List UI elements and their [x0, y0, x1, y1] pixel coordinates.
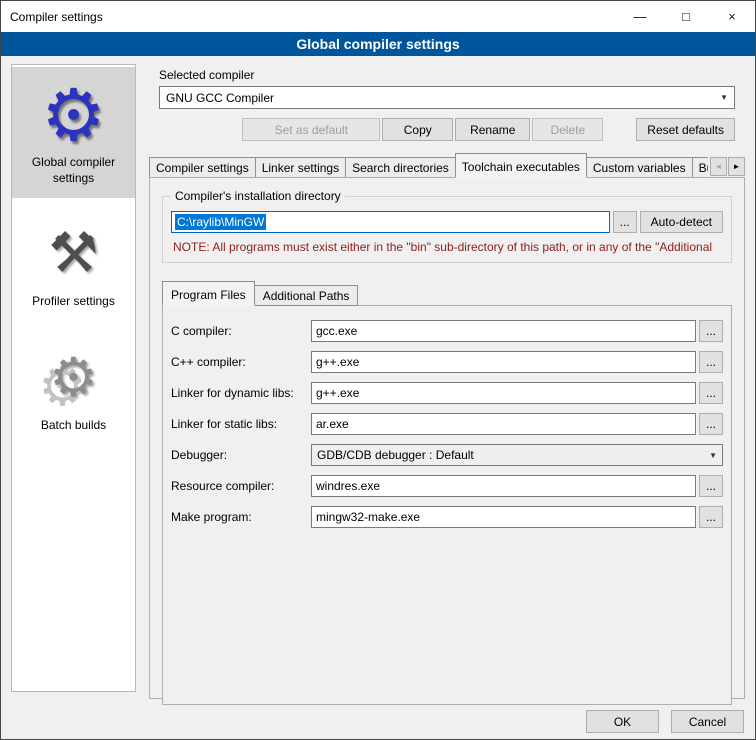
tab-strip-tabs: Compiler settingsLinker settingsSearch d…	[149, 153, 708, 178]
compiler-settings-window: Compiler settings — □ × Global compiler …	[0, 0, 756, 740]
field-input[interactable]	[311, 382, 696, 404]
dialog-body: Global compiler settings Profiler setting…	[1, 56, 755, 739]
gray-gears-icon	[15, 338, 132, 418]
toolchain-executables-panel: Compiler's installation directory C:\ray…	[149, 177, 745, 699]
close-button[interactable]: ×	[709, 1, 755, 32]
select-value: GDB/CDB debugger : Default	[317, 448, 474, 462]
field-label: C++ compiler:	[171, 355, 311, 369]
field-label: Debugger:	[171, 448, 311, 462]
field-label: Resource compiler:	[171, 479, 311, 493]
debugger-select[interactable]: GDB/CDB debugger : Default ▼	[311, 444, 723, 466]
delete-button: Delete	[532, 118, 603, 141]
selected-compiler-combobox[interactable]: GNU GCC Compiler ▼	[159, 86, 735, 109]
field-label: C compiler:	[171, 324, 311, 338]
sidebar-item-label: Profiler settings	[15, 294, 132, 310]
profiler-tool-icon	[15, 214, 132, 294]
compiler-actions: Set as defaultCopyRenameDelete Reset defa…	[159, 118, 735, 141]
footer-buttons: OK Cancel	[586, 710, 744, 733]
field-label: Make program:	[171, 510, 311, 524]
field-controls: ...	[311, 506, 723, 528]
browse-button[interactable]: ...	[699, 320, 723, 342]
window-title: Compiler settings	[10, 10, 103, 24]
copy-button[interactable]: Copy	[382, 118, 453, 141]
tab-scroll-right-button[interactable]: ►	[728, 157, 745, 176]
field-controls: ...	[311, 351, 723, 373]
field-row: Linker for static libs:...	[171, 413, 723, 435]
subtab-program-files[interactable]: Program Files	[162, 281, 255, 306]
selected-compiler-label: Selected compiler	[159, 68, 735, 82]
tab-strip: Compiler settingsLinker settingsSearch d…	[149, 153, 745, 178]
tab-custom-variables[interactable]: Custom variables	[586, 157, 693, 178]
tab-compiler-settings[interactable]: Compiler settings	[149, 157, 256, 178]
install-dir-row: C:\raylib\MinGW ... Auto-detect	[171, 211, 723, 233]
sidebar-item-profiler-settings[interactable]: Profiler settings	[12, 206, 135, 322]
chevron-down-icon: ▼	[720, 93, 728, 102]
auto-detect-button[interactable]: Auto-detect	[640, 211, 723, 233]
field-row: C compiler:...	[171, 320, 723, 342]
sidebar-item-global-compiler-settings[interactable]: Global compiler settings	[12, 67, 135, 198]
field-input[interactable]	[311, 475, 696, 497]
sidebar-item-label: Batch builds	[15, 418, 132, 434]
arrow-left-icon: ◄	[715, 162, 723, 171]
tab-scroll-buttons: ◄ ►	[710, 157, 745, 176]
field-row: C++ compiler:...	[171, 351, 723, 373]
install-dir-note: NOTE: All programs must exist either in …	[173, 240, 723, 254]
field-row: Make program:...	[171, 506, 723, 528]
tab-scroll-left-button[interactable]: ◄	[710, 157, 727, 176]
program-files-panel: C compiler:...C++ compiler:...Linker for…	[162, 305, 732, 705]
field-controls: ...	[311, 382, 723, 404]
close-icon: ×	[728, 9, 736, 24]
cancel-button[interactable]: Cancel	[671, 710, 744, 733]
field-controls: ...	[311, 475, 723, 497]
field-controls: ...	[311, 320, 723, 342]
install-dir-input[interactable]: C:\raylib\MinGW	[171, 211, 610, 233]
tab-search-directories[interactable]: Search directories	[345, 157, 456, 178]
tab-toolchain-executables[interactable]: Toolchain executables	[455, 153, 587, 178]
sidebar: Global compiler settings Profiler setting…	[11, 64, 136, 692]
field-controls: ...	[311, 413, 723, 435]
browse-button[interactable]: ...	[699, 382, 723, 404]
set-as-default-button: Set as default	[242, 118, 380, 141]
field-input[interactable]	[311, 413, 696, 435]
browse-button[interactable]: ...	[699, 506, 723, 528]
sidebar-item-batch-builds[interactable]: Batch builds	[12, 330, 135, 446]
tab-linker-settings[interactable]: Linker settings	[255, 157, 346, 178]
tab-build[interactable]: Build	[692, 157, 708, 178]
install-dir-group-title: Compiler's installation directory	[171, 189, 345, 203]
field-label: Linker for static libs:	[171, 417, 311, 431]
minimize-icon: —	[634, 9, 647, 24]
browse-button[interactable]: ...	[699, 351, 723, 373]
rename-button[interactable]: Rename	[455, 118, 530, 141]
field-row: Debugger: GDB/CDB debugger : Default ▼	[171, 444, 723, 466]
field-label: Linker for dynamic libs:	[171, 386, 311, 400]
field-row: Linker for dynamic libs:...	[171, 382, 723, 404]
install-dir-groupbox: Compiler's installation directory C:\ray…	[162, 196, 732, 263]
dialog-header: Global compiler settings	[1, 32, 755, 56]
sidebar-item-label: Global compiler settings	[15, 155, 132, 186]
ok-button[interactable]: OK	[586, 710, 659, 733]
field-input[interactable]	[311, 506, 696, 528]
chevron-down-icon: ▼	[709, 451, 717, 460]
reset-defaults-button[interactable]: Reset defaults	[636, 118, 735, 141]
field-controls: GDB/CDB debugger : Default ▼	[311, 444, 723, 466]
field-row: Resource compiler:...	[171, 475, 723, 497]
arrow-right-icon: ►	[733, 162, 741, 171]
browse-button[interactable]: ...	[699, 475, 723, 497]
minimize-button[interactable]: —	[617, 1, 663, 32]
install-dir-value: C:\raylib\MinGW	[175, 214, 266, 230]
install-dir-browse-button[interactable]: ...	[613, 211, 637, 233]
browse-button[interactable]: ...	[699, 413, 723, 435]
field-input[interactable]	[311, 320, 696, 342]
subtab-additional-paths[interactable]: Additional Paths	[254, 285, 359, 306]
subtab-strip: Program FilesAdditional Paths	[162, 281, 732, 306]
selected-compiler-value: GNU GCC Compiler	[166, 91, 274, 105]
maximize-button[interactable]: □	[663, 1, 709, 32]
window-controls: — □ ×	[617, 1, 755, 32]
field-input[interactable]	[311, 351, 696, 373]
main-panel: Selected compiler GNU GCC Compiler ▼ Set…	[147, 56, 747, 699]
title-bar: Compiler settings — □ ×	[1, 1, 755, 32]
maximize-icon: □	[682, 9, 690, 24]
blue-gear-icon	[15, 75, 132, 155]
